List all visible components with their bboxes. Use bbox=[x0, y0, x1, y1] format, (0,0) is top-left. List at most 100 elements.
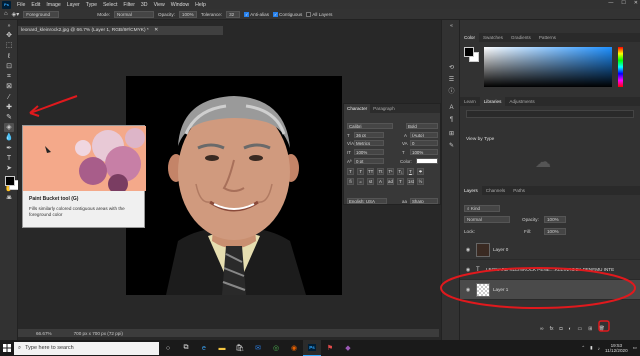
menu-3d[interactable]: 3D bbox=[138, 2, 151, 8]
tab-paragraph[interactable]: Paragraph bbox=[370, 104, 397, 113]
move-tool-icon[interactable]: ✥ bbox=[4, 31, 14, 40]
app-icon-purple[interactable]: ◆ bbox=[339, 340, 357, 356]
document-tab[interactable]: leonard_kleinrock2.jpg @ 66.7% (Layer 1,… bbox=[18, 26, 223, 35]
group-folder-icon[interactable]: ▭ bbox=[578, 326, 583, 332]
info-icon[interactable]: ⓘ bbox=[447, 88, 456, 96]
color-panel-foreground-swatch[interactable] bbox=[464, 47, 474, 57]
anti-alias-dropdown[interactable]: Sharp bbox=[410, 198, 438, 204]
layer-row-selected[interactable]: ◉ Layer 1 bbox=[460, 280, 640, 300]
libraries-search-input[interactable] bbox=[466, 110, 634, 118]
titling-alternates-button[interactable]: T bbox=[397, 178, 404, 185]
fill-field[interactable]: 100% bbox=[544, 228, 566, 235]
visibility-eye-icon[interactable]: ◉ bbox=[460, 287, 476, 293]
fx-icon[interactable]: fx bbox=[550, 326, 554, 332]
character-panel-icon[interactable]: A bbox=[447, 104, 456, 112]
ordinals-button[interactable]: 1st bbox=[407, 178, 414, 185]
layer-opacity-field[interactable]: 100% bbox=[544, 216, 566, 223]
menu-file[interactable]: File bbox=[14, 2, 28, 8]
menu-layer[interactable]: Layer bbox=[64, 2, 83, 8]
zoom-level[interactable]: 66.67% bbox=[36, 331, 52, 336]
tab-libraries[interactable]: Libraries bbox=[479, 97, 506, 106]
tab-channels[interactable]: Channels bbox=[482, 186, 509, 195]
underline-button[interactable]: T bbox=[407, 168, 414, 175]
brushes-icon[interactable]: ✎ bbox=[447, 142, 456, 150]
swash-button[interactable]: A bbox=[377, 178, 384, 185]
color-picker-field[interactable] bbox=[484, 47, 612, 87]
baseline-field[interactable]: 0 pt bbox=[354, 158, 384, 164]
layer-mask-icon[interactable]: ◘ bbox=[559, 326, 562, 332]
store-icon[interactable]: 🛍 bbox=[231, 340, 249, 356]
firefox-icon[interactable]: ◉ bbox=[285, 340, 303, 356]
visibility-eye-icon[interactable]: ◉ bbox=[460, 247, 476, 253]
task-view-icon[interactable]: ⧉ bbox=[177, 340, 195, 356]
ligatures-button[interactable]: fi bbox=[347, 178, 354, 185]
pen-tool-icon[interactable]: ✒ bbox=[4, 144, 14, 153]
cortana-icon[interactable]: ○ bbox=[159, 340, 177, 356]
paint-bucket-preset-icon[interactable]: ◈▾ bbox=[12, 11, 20, 18]
tab-patterns[interactable]: Patterns bbox=[535, 33, 560, 42]
faux-italic-button[interactable]: T bbox=[357, 168, 364, 175]
tab-adjustments[interactable]: Adjustments bbox=[505, 97, 538, 106]
close-tab-icon[interactable]: ✕ bbox=[154, 28, 158, 33]
mode-dropdown[interactable]: Normal bbox=[114, 10, 155, 18]
tab-character[interactable]: Character bbox=[344, 104, 371, 113]
type-tool-icon[interactable]: T bbox=[4, 154, 14, 163]
font-style-dropdown[interactable]: Bold bbox=[406, 123, 438, 129]
strikethrough-button[interactable]: T bbox=[417, 168, 424, 175]
contextual-alternates-button[interactable]: ℴ bbox=[357, 178, 364, 185]
chrome-icon[interactable]: ◎ bbox=[267, 340, 285, 356]
menu-view[interactable]: View bbox=[151, 2, 168, 8]
menu-filter[interactable]: Filter bbox=[120, 2, 138, 8]
home-icon[interactable]: ⌂ bbox=[4, 11, 8, 17]
superscript-button[interactable]: T¹ bbox=[387, 168, 394, 175]
menu-edit[interactable]: Edit bbox=[28, 2, 43, 8]
volume-icon[interactable]: ♪ bbox=[598, 346, 600, 351]
network-icon[interactable]: ▮ bbox=[590, 345, 593, 351]
mail-icon[interactable]: ✉ bbox=[249, 340, 267, 356]
tray-expand-icon[interactable]: ⌃ bbox=[581, 345, 585, 351]
path-selection-tool-icon[interactable]: ➤ bbox=[4, 164, 14, 173]
windows-start-icon[interactable] bbox=[0, 340, 14, 356]
text-color-swatch[interactable] bbox=[416, 158, 438, 164]
photoshop-taskbar-icon[interactable]: Ps bbox=[303, 340, 321, 356]
all-layers-checkbox[interactable]: All Layers bbox=[306, 11, 332, 17]
layer-row[interactable]: ◉ Layer 0 bbox=[460, 240, 640, 260]
faux-bold-button[interactable]: T bbox=[347, 168, 354, 175]
hue-slider[interactable] bbox=[618, 47, 623, 87]
small-caps-button[interactable]: Tt bbox=[377, 168, 384, 175]
collapse-panels-icon[interactable]: « bbox=[447, 22, 456, 30]
blur-tool-icon[interactable]: 💧 bbox=[4, 133, 14, 142]
clock[interactable]: 19:53 11/12/2020 bbox=[605, 343, 628, 354]
tab-learn[interactable]: Learn bbox=[460, 97, 480, 106]
tracking-field[interactable]: 0 bbox=[410, 140, 438, 146]
contiguous-checkbox[interactable]: ✓ Contiguous bbox=[273, 11, 302, 17]
kerning-field[interactable]: Metrics bbox=[354, 140, 384, 146]
collapse-icon[interactable]: » bbox=[4, 22, 14, 31]
view-by-dropdown[interactable]: View by Type bbox=[466, 137, 494, 142]
history-icon[interactable]: ⟲ bbox=[447, 64, 456, 72]
visibility-eye-icon[interactable]: ◉ bbox=[460, 267, 476, 273]
language-dropdown[interactable]: English: USA bbox=[347, 198, 387, 204]
fractions-button[interactable]: ½ bbox=[417, 178, 424, 185]
all-caps-button[interactable]: TT bbox=[367, 168, 374, 175]
layer-row[interactable]: ◉ T LEONARD KLEINROCK PENE....KLEINROCK … bbox=[460, 260, 640, 280]
blend-mode-dropdown[interactable]: Normal bbox=[464, 216, 510, 223]
paint-bucket-tool-icon[interactable]: ◈ bbox=[4, 123, 14, 132]
tab-layers[interactable]: Layers bbox=[460, 186, 482, 195]
close-icon[interactable]: ✕ bbox=[634, 0, 638, 6]
menu-window[interactable]: Window bbox=[168, 2, 192, 8]
marquee-tool-icon[interactable]: ⬚ bbox=[4, 41, 14, 50]
tab-color[interactable]: Color bbox=[460, 33, 479, 42]
edge-icon[interactable]: e bbox=[195, 340, 213, 356]
frame-tool-icon[interactable]: ⊠ bbox=[4, 82, 14, 91]
paragraph-panel-icon[interactable]: ¶ bbox=[447, 116, 456, 124]
trash-icon[interactable]: 🗑 bbox=[598, 326, 604, 332]
stylistic-alternates-button[interactable]: ad bbox=[387, 178, 394, 185]
anti-alias-checkbox[interactable]: ✓ Anti-alias bbox=[244, 11, 269, 17]
taskbar-search-box[interactable]: ⌕ Type here to search bbox=[14, 341, 159, 355]
font-family-dropdown[interactable]: Calibri bbox=[347, 123, 393, 129]
adjustment-layer-icon[interactable]: ◐ bbox=[569, 326, 572, 332]
discretionary-ligatures-button[interactable]: st bbox=[367, 178, 374, 185]
leading-field[interactable]: (Auto) bbox=[410, 132, 438, 138]
brush-tool-icon[interactable]: ✎ bbox=[4, 113, 14, 122]
